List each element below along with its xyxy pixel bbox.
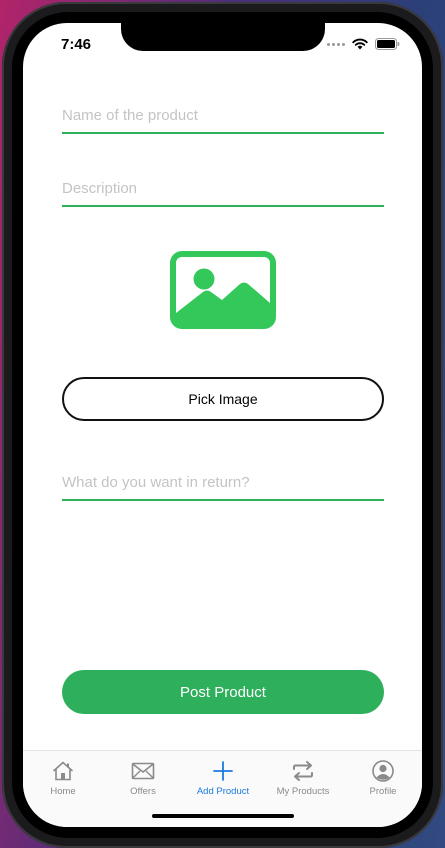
tab-my-products[interactable]: My Products: [263, 759, 343, 799]
tab-offers-label: Offers: [130, 786, 156, 797]
product-name-input[interactable]: [62, 100, 384, 134]
envelope-icon: [131, 762, 155, 780]
home-indicator: [152, 814, 294, 818]
return-wish-input[interactable]: [62, 467, 384, 501]
tab-my-products-label: My Products: [276, 786, 330, 797]
notch: [121, 23, 325, 51]
tab-home[interactable]: Home: [23, 759, 103, 799]
tab-home-label: Home: [50, 786, 76, 797]
tab-profile-label: Profile: [369, 786, 397, 797]
plus-icon: [213, 761, 233, 781]
tab-profile[interactable]: Profile: [343, 759, 422, 799]
swap-icon: [293, 761, 313, 781]
tab-add-product[interactable]: Add Product: [183, 759, 263, 799]
signal-dots-icon: [327, 42, 345, 46]
image-icon: [170, 251, 276, 329]
tab-offers[interactable]: Offers: [103, 759, 183, 799]
wifi-icon: [352, 38, 368, 50]
pick-image-button[interactable]: Pick Image: [62, 377, 384, 421]
battery-icon: [375, 38, 400, 50]
status-time: 7:46: [61, 36, 92, 53]
user-circle-icon: [372, 760, 394, 782]
description-input[interactable]: [62, 173, 384, 207]
status-icons: [327, 38, 400, 50]
home-icon: [52, 761, 74, 781]
tab-add-product-label: Add Product: [196, 786, 250, 797]
app-screen: 7:46 Pick Image Post Product: [23, 23, 422, 827]
post-product-button[interactable]: Post Product: [62, 670, 384, 714]
